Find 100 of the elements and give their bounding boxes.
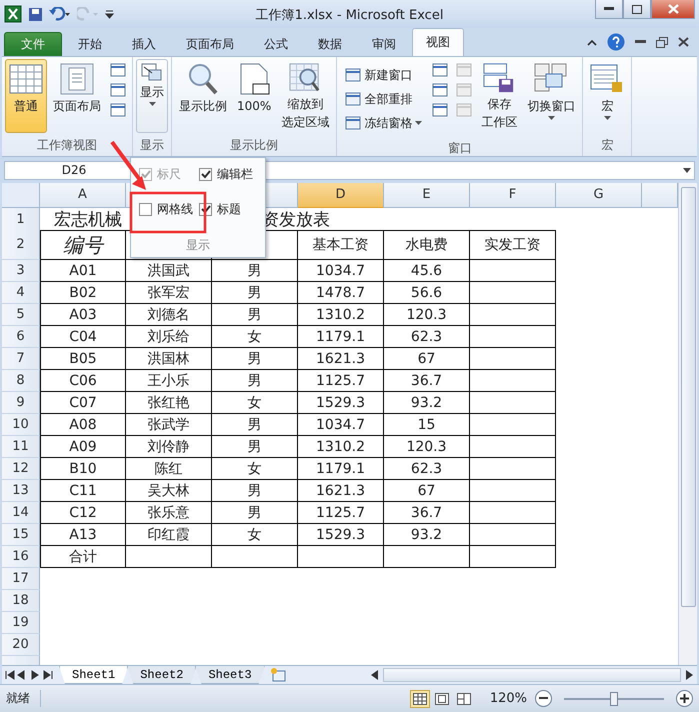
table-cell: 120.3	[384, 304, 470, 326]
minus-icon	[539, 697, 548, 700]
ribbon-tab[interactable]: 视图	[412, 28, 464, 56]
column-heading: 水电费	[384, 230, 470, 260]
row-header[interactable]: 17	[2, 568, 40, 590]
row-header[interactable]: 12	[2, 458, 40, 480]
row-header[interactable]: 18	[2, 590, 40, 612]
zoom-out-button[interactable]	[535, 690, 552, 707]
table-cell: 男	[212, 414, 298, 436]
table-cell: 女	[212, 326, 298, 348]
file-tab[interactable]: 文件	[4, 32, 62, 56]
ribbon-button[interactable]: 普通	[5, 59, 47, 133]
table-cell: 45.6	[384, 260, 470, 282]
group-label: 显示比例	[229, 137, 280, 154]
maximize-button[interactable]	[623, 0, 651, 19]
app-icon[interactable]	[4, 5, 22, 23]
ribbon-tab[interactable]: 数据	[304, 32, 356, 56]
row-header[interactable]: 8	[2, 370, 40, 392]
collapse-ribbon-icon[interactable]	[587, 38, 597, 46]
close-icon[interactable]	[678, 37, 689, 47]
row-header[interactable]: 6	[2, 326, 40, 348]
group-label: 宏	[600, 137, 614, 154]
window-icon[interactable]	[432, 103, 448, 117]
ribbon-button[interactable]: 显示比例	[175, 59, 231, 133]
column-heading: 实发工资	[470, 230, 556, 260]
row-header[interactable]: 3	[2, 260, 40, 282]
minimize-button[interactable]	[595, 0, 623, 19]
help-icon[interactable]	[607, 33, 625, 51]
row-header[interactable]: 14	[2, 502, 40, 524]
ribbon-button[interactable]: 页面布局	[49, 59, 105, 133]
sheet-tab[interactable]: Sheet3	[195, 666, 265, 684]
check-icon	[140, 170, 150, 179]
column-header[interactable]: G	[556, 183, 642, 208]
ribbon-tab[interactable]: 公式	[250, 32, 302, 56]
ribbon-button[interactable]: 冻结窗格	[343, 111, 424, 135]
window-icon	[141, 62, 163, 82]
ribbon-button[interactable]: 显示	[136, 59, 168, 133]
row-header[interactable]: 5	[2, 304, 40, 326]
row-header[interactable]: 10	[2, 414, 40, 436]
table-cell: 男	[212, 348, 298, 370]
zoom-thumb[interactable]	[610, 692, 618, 706]
ribbon-tab[interactable]: 审阅	[358, 32, 410, 56]
window-icon[interactable]	[110, 63, 126, 77]
ribbon-button[interactable]: 全部重排	[343, 87, 424, 111]
row-header[interactable]: 13	[2, 480, 40, 502]
left-arrow-icon[interactable]	[371, 670, 379, 680]
window-icon[interactable]	[110, 83, 126, 97]
column-header[interactable]: F	[470, 183, 556, 208]
ribbon-button[interactable]: 保存 工作区	[477, 59, 522, 133]
menu-checkbox[interactable]: 网格线	[139, 201, 199, 218]
table-cell: C07	[40, 392, 126, 414]
zoom-in-button[interactable]	[676, 690, 693, 707]
table-title: 宏志机械	[54, 209, 122, 231]
row-header[interactable]: 11	[2, 436, 40, 458]
column-header[interactable]: A	[40, 183, 126, 208]
row-header[interactable]: 7	[2, 348, 40, 370]
customize-icon[interactable]	[105, 9, 114, 19]
horizontal-scrollbar[interactable]	[383, 668, 681, 682]
row-header[interactable]: 20	[2, 634, 40, 656]
row-header[interactable]: 15	[2, 524, 40, 546]
right-arrow-icon[interactable]	[685, 670, 693, 680]
ribbon-tab[interactable]: 开始	[64, 32, 116, 56]
table-cell: 女	[212, 458, 298, 480]
menu-checkbox[interactable]: 编辑栏	[199, 166, 269, 183]
column-heading: 基本工资	[298, 230, 384, 260]
row-header[interactable]: 1	[2, 208, 40, 231]
row-header[interactable]: 9	[2, 392, 40, 414]
table-icon	[9, 62, 43, 96]
table-cell: 1529.3	[298, 392, 384, 414]
row-header[interactable]: 16	[2, 546, 40, 568]
table-cell: 男	[212, 370, 298, 392]
vertical-scrollbar[interactable]	[678, 183, 697, 665]
ribbon-button[interactable]: 宏	[586, 59, 628, 133]
column-header[interactable]: D	[298, 183, 384, 208]
minimize-icon[interactable]	[635, 40, 646, 44]
row-header[interactable]: 19	[2, 612, 40, 634]
save-icon[interactable]	[28, 6, 43, 22]
row-header[interactable]: 4	[2, 282, 40, 304]
window-icon[interactable]	[110, 103, 126, 117]
table-cell: 男	[212, 260, 298, 282]
sheet-tab[interactable]: Sheet2	[127, 666, 196, 684]
window-icon[interactable]	[432, 83, 448, 97]
ribbon-tab[interactable]: 插入	[118, 32, 170, 56]
window-icon[interactable]	[432, 63, 448, 77]
ribbon-button[interactable]: 切换窗口	[523, 59, 580, 133]
undo-icon[interactable]	[49, 7, 71, 21]
table-cell: 93.2	[384, 524, 470, 546]
normal-view-button[interactable]	[410, 690, 430, 708]
close-button[interactable]	[651, 0, 695, 19]
ribbon-button[interactable]: 新建窗口	[343, 63, 424, 87]
ribbon-tab[interactable]: 页面布局	[172, 32, 248, 56]
restore-icon[interactable]	[656, 36, 668, 48]
table-cell: 1310.2	[298, 304, 384, 326]
magnifier-icon	[186, 62, 220, 96]
ribbon-button[interactable]: 100%	[233, 59, 276, 133]
ribbon-button[interactable]: 缩放到 选定区域	[277, 59, 334, 133]
sheet-tab[interactable]: Sheet1	[59, 666, 128, 684]
column-header[interactable]: E	[384, 183, 470, 208]
window-icon	[345, 68, 362, 82]
row-header[interactable]: 2	[2, 230, 40, 260]
